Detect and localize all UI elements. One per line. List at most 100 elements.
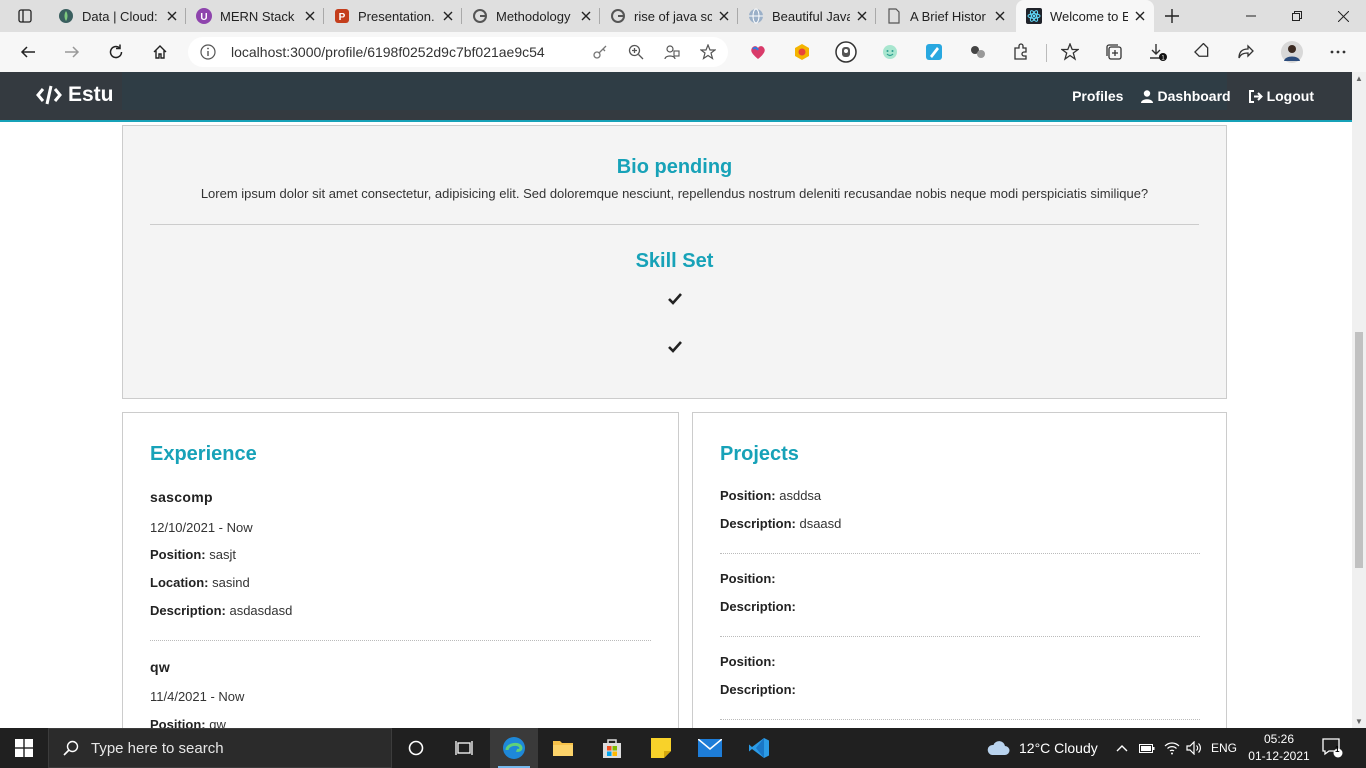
close-tab-icon[interactable] [164, 8, 180, 24]
volume-control[interactable] [1186, 728, 1202, 768]
task-view-button[interactable] [440, 728, 488, 768]
collections-icon [1106, 44, 1122, 60]
home-button[interactable] [144, 36, 176, 68]
browser-tab-active[interactable]: Welcome to E [1016, 0, 1154, 32]
extension-button[interactable] [786, 36, 818, 68]
extension-button[interactable] [874, 36, 906, 68]
vscode-button[interactable] [735, 728, 783, 768]
close-tab-icon[interactable] [1132, 8, 1148, 24]
share-button[interactable] [1230, 36, 1262, 68]
close-window-button[interactable] [1320, 0, 1366, 32]
page-scrollbar[interactable]: ▲ ▼ [1352, 72, 1366, 728]
nav-link-logout[interactable]: Logout [1248, 88, 1314, 104]
edge-taskbar-button[interactable] [490, 728, 538, 768]
notification-center-button[interactable]: 1 [1322, 728, 1344, 768]
tab-title: Presentation. [358, 8, 435, 24]
weather-text: 12°C Cloudy [1019, 740, 1098, 756]
browser-tab[interactable]: rise of java sc [600, 0, 738, 32]
tab-title: Welcome to E [1050, 8, 1128, 24]
info-icon[interactable] [200, 44, 216, 60]
brand-logo[interactable]: Estu [36, 83, 114, 107]
experience-heading: Experience [150, 443, 257, 465]
start-button[interactable] [0, 728, 48, 768]
key-icon[interactable] [592, 44, 608, 60]
read-aloud-icon[interactable] [664, 44, 680, 60]
file-explorer-button[interactable] [539, 728, 587, 768]
address-bar[interactable]: localhost:3000/profile/6198f0252d9c7bf02… [188, 37, 728, 67]
extension-button[interactable] [962, 36, 994, 68]
sticky-notes-icon [651, 738, 671, 758]
sticky-notes-button[interactable] [637, 728, 685, 768]
browser-tab[interactable]: Beautiful Java [738, 0, 876, 32]
react-icon [1026, 8, 1042, 24]
settings-menu-button[interactable] [1322, 36, 1354, 68]
mail-button[interactable] [686, 728, 734, 768]
arrow-right-icon [65, 46, 80, 58]
restore-button[interactable] [1274, 0, 1320, 32]
scroll-down-icon[interactable]: ▼ [1355, 717, 1363, 726]
tab-title: Data | Cloud: [82, 8, 158, 24]
close-tab-icon[interactable] [578, 8, 594, 24]
browser-tab[interactable]: A Brief Histor [876, 0, 1014, 32]
new-tab-button[interactable] [1160, 4, 1184, 28]
browser-tab[interactable]: Methodology [462, 0, 600, 32]
forward-button[interactable] [56, 36, 88, 68]
favorites-button[interactable] [1054, 36, 1086, 68]
close-tab-icon[interactable] [716, 8, 732, 24]
extension-hexagon-icon [795, 44, 809, 60]
browser-tab[interactable]: Data | Cloud: [48, 0, 186, 32]
document-icon [886, 8, 902, 24]
zoom-icon[interactable] [628, 44, 644, 60]
extensions-button[interactable] [1005, 36, 1037, 68]
back-button[interactable] [12, 36, 44, 68]
experience-description: Description: asdasdasd [150, 603, 293, 618]
tab-strip: Data | Cloud: U MERN Stack F P Presentat… [0, 0, 1366, 32]
avatar [1281, 41, 1303, 63]
store-button[interactable] [588, 728, 636, 768]
profile-button[interactable] [1276, 36, 1308, 68]
browser-toolbar: localhost:3000/profile/6198f0252d9c7bf02… [0, 32, 1366, 72]
google-icon [610, 8, 626, 24]
extension-button[interactable] [830, 36, 862, 68]
add-favorite-icon[interactable] [700, 44, 716, 60]
browser-tab[interactable]: P Presentation. [324, 0, 462, 32]
browser-tab[interactable]: U MERN Stack F [186, 0, 324, 32]
share-icon [1238, 44, 1254, 59]
experience-dates: 11/4/2021 - Now [150, 689, 245, 704]
scroll-up-icon[interactable]: ▲ [1355, 74, 1363, 83]
minimize-icon [1246, 15, 1256, 17]
close-tab-icon[interactable] [302, 8, 318, 24]
project-description: Description: [720, 682, 796, 697]
web-capture-button[interactable] [1186, 36, 1218, 68]
chevron-up-icon [1116, 745, 1128, 752]
close-tab-icon[interactable] [992, 8, 1008, 24]
mongodb-leaf-icon [58, 8, 74, 24]
taskbar-search-box[interactable]: Type here to search [48, 728, 392, 768]
tab-actions-button[interactable] [8, 0, 42, 32]
extension-heart-icon [751, 46, 765, 59]
language-indicator[interactable]: ENG [1211, 728, 1237, 768]
nav-link-dashboard[interactable]: Dashboard [1141, 88, 1231, 104]
cortana-button[interactable] [392, 728, 440, 768]
show-hidden-icons[interactable] [1116, 728, 1128, 768]
home-icon [153, 45, 167, 59]
minimize-button[interactable] [1228, 0, 1274, 32]
nav-link-profiles[interactable]: Profiles [1072, 88, 1123, 104]
scrollbar-thumb[interactable] [1355, 332, 1363, 568]
weather-widget[interactable]: 12°C Cloudy [986, 728, 1098, 768]
extension-button[interactable] [918, 36, 950, 68]
extension-button[interactable] [742, 36, 774, 68]
divider [720, 553, 1200, 554]
downloads-button[interactable]: 1 [1142, 36, 1174, 68]
taskbar-clock[interactable]: 05:26 01-12-2021 [1244, 731, 1314, 765]
battery-status[interactable] [1139, 728, 1155, 768]
refresh-button[interactable] [100, 36, 132, 68]
extension-camera-icon [835, 41, 857, 63]
url-text[interactable]: localhost:3000/profile/6198f0252d9c7bf02… [231, 44, 545, 60]
collections-button[interactable] [1098, 36, 1130, 68]
close-tab-icon[interactable] [854, 8, 870, 24]
network-status[interactable] [1164, 728, 1180, 768]
check-icon [668, 293, 682, 305]
close-tab-icon[interactable] [440, 8, 456, 24]
svg-text:U: U [200, 12, 207, 23]
